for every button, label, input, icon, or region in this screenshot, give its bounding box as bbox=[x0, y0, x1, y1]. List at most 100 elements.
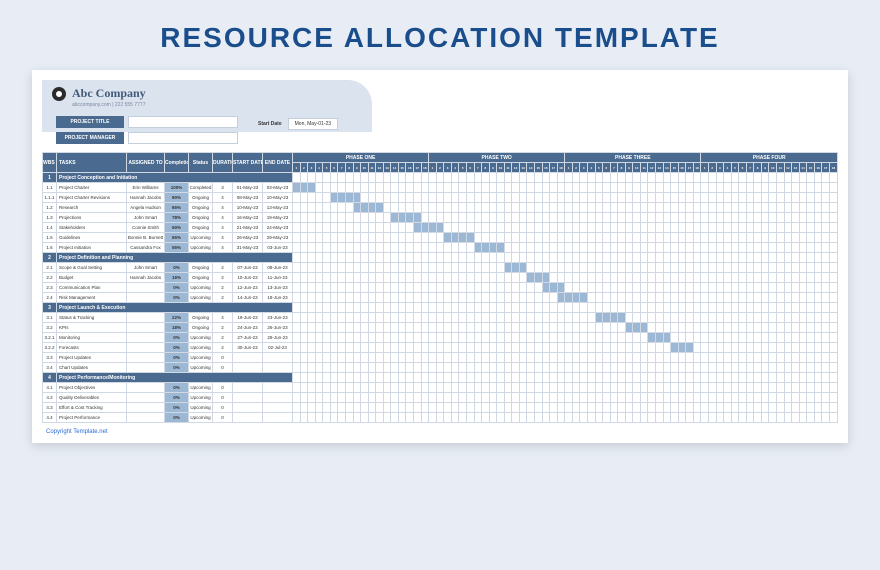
day-header: 11 bbox=[777, 163, 785, 173]
task-row: 1.6Project InitiationCassandra Fox55%Upc… bbox=[43, 243, 838, 253]
col-header: START DATE bbox=[233, 153, 263, 173]
day-header: 17 bbox=[550, 163, 558, 173]
day-header: 10 bbox=[361, 163, 369, 173]
task-row: 3.2.1Monitoring0%Upcoming227-Jun-2329-Ju… bbox=[43, 333, 838, 343]
col-header: ASSIGNED TO bbox=[127, 153, 165, 173]
phase-header: PHASE FOUR bbox=[701, 153, 838, 163]
day-header: 9 bbox=[353, 163, 361, 173]
day-header: 12 bbox=[648, 163, 656, 173]
task-row: 4.3Effort & Cost Tracking0%Upcoming0 bbox=[43, 403, 838, 413]
start-date-field: Start Date Mon, May-01-23 bbox=[258, 118, 338, 130]
day-header: 1 bbox=[565, 163, 573, 173]
col-header: WBS NUMBER bbox=[43, 153, 57, 173]
day-header: 4 bbox=[451, 163, 459, 173]
day-header: 11 bbox=[640, 163, 648, 173]
day-header: 6 bbox=[466, 163, 474, 173]
day-header: 15 bbox=[398, 163, 406, 173]
project-title-label: PROJECT TITLE bbox=[56, 116, 124, 128]
day-header: 14 bbox=[391, 163, 399, 173]
task-row: 3.4Chart Updates0%Upcoming0 bbox=[43, 363, 838, 373]
day-header: 3 bbox=[308, 163, 316, 173]
gantt-chart: WBS NUMBERTASKSASSIGNED TOCompletionStat… bbox=[42, 152, 838, 423]
col-header: END DATE bbox=[263, 153, 293, 173]
col-header: Status bbox=[189, 153, 213, 173]
day-header: 4 bbox=[724, 163, 732, 173]
day-header: 15 bbox=[671, 163, 679, 173]
day-header: 2 bbox=[572, 163, 580, 173]
day-header: 12 bbox=[784, 163, 792, 173]
day-header: 1 bbox=[701, 163, 709, 173]
day-header: 8 bbox=[482, 163, 490, 173]
day-header: 7 bbox=[338, 163, 346, 173]
project-title-input[interactable] bbox=[128, 116, 238, 128]
task-row: 4.4Project Performance0%Upcoming0 bbox=[43, 413, 838, 423]
company-subline: abccompany.com | 222 555 7777 bbox=[72, 102, 145, 108]
day-header: 10 bbox=[497, 163, 505, 173]
day-header: 13 bbox=[383, 163, 391, 173]
project-manager-input[interactable] bbox=[128, 132, 238, 144]
day-header: 14 bbox=[799, 163, 807, 173]
day-header: 18 bbox=[557, 163, 565, 173]
day-header: 14 bbox=[527, 163, 535, 173]
day-header: 3 bbox=[444, 163, 452, 173]
day-header: 7 bbox=[746, 163, 754, 173]
task-row: 4.1Project Objectives0%Upcoming0 bbox=[43, 383, 838, 393]
copyright-link[interactable]: Copyright Template.net bbox=[42, 423, 838, 439]
task-row: 4.2Quality Deliverables0%Upcoming0 bbox=[43, 393, 838, 403]
day-header: 12 bbox=[376, 163, 384, 173]
task-row: 3.1Status & Tracking22%Ongoing419-Jun-23… bbox=[43, 313, 838, 323]
day-header: 13 bbox=[792, 163, 800, 173]
day-header: 4 bbox=[587, 163, 595, 173]
day-header: 8 bbox=[345, 163, 353, 173]
day-header: 8 bbox=[618, 163, 626, 173]
day-header: 18 bbox=[421, 163, 429, 173]
task-row: 3.2KPIs18%Ongoing224-Jun-2326-Jun-23 bbox=[43, 323, 838, 333]
col-header: TASKS bbox=[57, 153, 127, 173]
section-row: 1Project Conception and Initiation bbox=[43, 173, 838, 183]
day-header: 3 bbox=[716, 163, 724, 173]
start-date-label: Start Date bbox=[258, 121, 282, 127]
task-row: 2.2BudgetHannah Jacobs16%Ongoing210-Jun-… bbox=[43, 273, 838, 283]
task-row: 1.4StakeholdersConnie Smith50%Ongoing421… bbox=[43, 223, 838, 233]
day-header: 5 bbox=[595, 163, 603, 173]
task-row: 1.3ProjectionsJohn Smart78%Ongoing416-Ma… bbox=[43, 213, 838, 223]
day-header: 4 bbox=[315, 163, 323, 173]
day-header: 6 bbox=[739, 163, 747, 173]
day-header: 9 bbox=[761, 163, 769, 173]
day-header: 5 bbox=[731, 163, 739, 173]
day-header: 7 bbox=[474, 163, 482, 173]
page-title: RESOURCE ALLOCATION TEMPLATE bbox=[0, 0, 880, 70]
day-header: 11 bbox=[368, 163, 376, 173]
spreadsheet-card: Abc Company abccompany.com | 222 555 777… bbox=[32, 70, 848, 443]
day-header: 17 bbox=[822, 163, 830, 173]
project-manager-field: PROJECT MANAGER bbox=[56, 132, 238, 144]
phase-header: PHASE TWO bbox=[429, 153, 565, 163]
day-header: 1 bbox=[293, 163, 301, 173]
day-header: 9 bbox=[625, 163, 633, 173]
day-header: 16 bbox=[678, 163, 686, 173]
company-branding: Abc Company bbox=[52, 86, 146, 101]
day-header: 16 bbox=[542, 163, 550, 173]
day-header: 11 bbox=[504, 163, 512, 173]
day-header: 15 bbox=[807, 163, 815, 173]
day-header: 10 bbox=[769, 163, 777, 173]
phase-header: PHASE THREE bbox=[565, 153, 701, 163]
start-date-value[interactable]: Mon, May-01-23 bbox=[288, 118, 338, 130]
day-header: 18 bbox=[693, 163, 701, 173]
day-header: 2 bbox=[436, 163, 444, 173]
day-header: 5 bbox=[323, 163, 331, 173]
company-logo-icon bbox=[52, 87, 66, 101]
day-header: 6 bbox=[330, 163, 338, 173]
day-header: 17 bbox=[414, 163, 422, 173]
day-header: 9 bbox=[489, 163, 497, 173]
day-header: 1 bbox=[429, 163, 437, 173]
day-header: 6 bbox=[603, 163, 611, 173]
task-row: 3.2.2Forecasts0%Upcoming230-Jun-2302-Jul… bbox=[43, 343, 838, 353]
task-row: 2.1Scope & Goal SettingJohn Smart0%Ongoi… bbox=[43, 263, 838, 273]
task-row: 1.2ResearchAngela Hudson65%Ongoing410-Ma… bbox=[43, 203, 838, 213]
task-row: 1.5GuidelinesBonnie B. Burnett65%Upcomin… bbox=[43, 233, 838, 243]
section-row: 2Project Definition and Planning bbox=[43, 253, 838, 263]
day-header: 2 bbox=[300, 163, 308, 173]
day-header: 8 bbox=[754, 163, 762, 173]
gantt-table: WBS NUMBERTASKSASSIGNED TOCompletionStat… bbox=[42, 152, 838, 423]
